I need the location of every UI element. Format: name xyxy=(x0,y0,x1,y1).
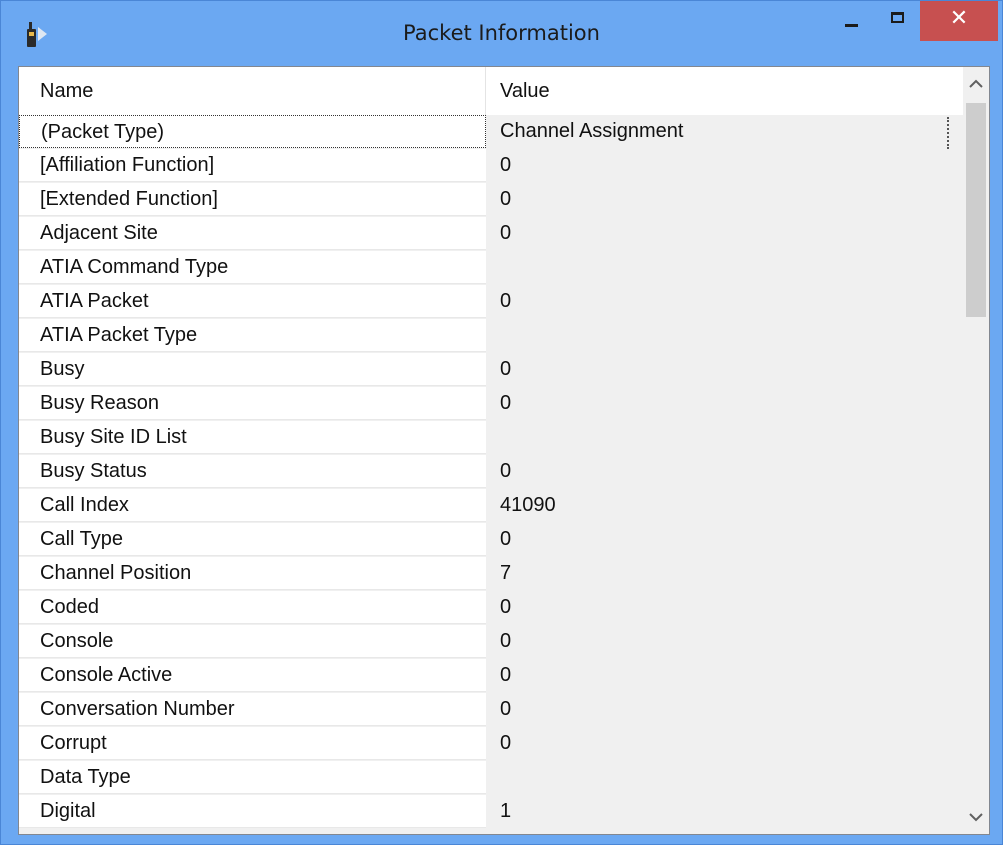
property-name: ATIA Command Type xyxy=(19,251,486,284)
close-icon: ✕ xyxy=(949,6,969,31)
property-value[interactable]: 41090 xyxy=(486,489,963,522)
table-row[interactable]: [Affiliation Function] 0 xyxy=(19,149,963,183)
scroll-up-icon xyxy=(969,79,983,88)
property-name: Channel Position xyxy=(19,557,486,590)
minimize-button[interactable] xyxy=(828,1,874,41)
property-name: [Extended Function] xyxy=(19,183,486,216)
scroll-up-button[interactable] xyxy=(963,67,989,101)
property-name: Coded xyxy=(19,591,486,624)
property-value[interactable]: 0 xyxy=(486,285,963,318)
table-row[interactable]: Coded 0 xyxy=(19,591,963,625)
table-row[interactable]: Conversation Number 0 xyxy=(19,693,963,727)
property-name: Busy Reason xyxy=(19,387,486,420)
property-name: ATIA Packet xyxy=(19,285,486,318)
packet-information-window: Packet Information ✕ Name Value (Packet … xyxy=(0,0,1003,845)
table-row[interactable]: Busy Reason 0 xyxy=(19,387,963,421)
table-row[interactable]: Console Active 0 xyxy=(19,659,963,693)
property-name: Console xyxy=(19,625,486,658)
scroll-thumb[interactable] xyxy=(966,103,986,317)
column-header-name[interactable]: Name xyxy=(19,67,486,115)
property-value[interactable]: 0 xyxy=(486,659,963,692)
property-value[interactable]: 1 xyxy=(486,795,963,828)
table-row[interactable]: Corrupt 0 xyxy=(19,727,963,761)
table-row[interactable]: ATIA Packet 0 xyxy=(19,285,963,319)
property-name: Busy Site ID List xyxy=(19,421,486,454)
property-name: Busy Status xyxy=(19,455,486,488)
property-name: Call Type xyxy=(19,523,486,556)
maximize-icon xyxy=(891,12,904,23)
property-name: Corrupt xyxy=(19,727,486,760)
property-name: Busy xyxy=(19,353,486,386)
property-value[interactable]: 0 xyxy=(486,591,963,624)
property-value[interactable]: 0 xyxy=(486,693,963,726)
table-row[interactable]: (Packet Type) Channel Assignment xyxy=(19,115,963,149)
table-row[interactable]: ATIA Command Type xyxy=(19,251,963,285)
property-name: Call Index xyxy=(19,489,486,522)
table-row[interactable]: Data Type xyxy=(19,761,963,795)
property-value[interactable]: 0 xyxy=(486,149,963,182)
table-row[interactable]: Call Index 41090 xyxy=(19,489,963,523)
property-name: Adjacent Site xyxy=(19,217,486,250)
property-value[interactable]: 0 xyxy=(486,387,963,420)
property-name: Digital xyxy=(19,795,486,828)
table-row[interactable]: Channel Position 7 xyxy=(19,557,963,591)
property-value[interactable]: 0 xyxy=(486,353,963,386)
table-row[interactable]: Busy Site ID List xyxy=(19,421,963,455)
property-value[interactable]: 7 xyxy=(486,557,963,590)
minimize-icon xyxy=(845,24,858,27)
property-value[interactable]: 0 xyxy=(486,217,963,250)
scroll-down-icon xyxy=(969,813,983,822)
property-grid[interactable]: Name Value (Packet Type) Channel Assignme… xyxy=(19,67,963,834)
table-row[interactable]: Digital 1 xyxy=(19,795,963,829)
property-grid-container: Name Value (Packet Type) Channel Assignme… xyxy=(18,66,990,835)
table-row[interactable]: Busy 0 xyxy=(19,353,963,387)
vertical-scrollbar[interactable] xyxy=(963,67,989,834)
table-row[interactable]: [Extended Function] 0 xyxy=(19,183,963,217)
table-row[interactable]: Adjacent Site 0 xyxy=(19,217,963,251)
property-name: Data Type xyxy=(19,761,486,794)
table-row[interactable]: Console 0 xyxy=(19,625,963,659)
property-value[interactable] xyxy=(486,421,963,454)
close-button[interactable]: ✕ xyxy=(920,1,998,41)
property-value[interactable]: 0 xyxy=(486,625,963,658)
property-value[interactable] xyxy=(486,251,963,284)
table-row[interactable]: ATIA Packet Type xyxy=(19,319,963,353)
grid-header: Name Value xyxy=(19,67,963,115)
focus-indicator xyxy=(945,117,949,149)
title-bar[interactable]: Packet Information ✕ xyxy=(1,1,1002,65)
property-value[interactable] xyxy=(486,761,963,794)
property-name: ATIA Packet Type xyxy=(19,319,486,352)
property-name: Conversation Number xyxy=(19,693,486,726)
property-name: (Packet Type) xyxy=(19,115,486,148)
column-header-value[interactable]: Value xyxy=(486,67,963,115)
property-value[interactable]: 0 xyxy=(486,455,963,488)
table-row[interactable]: Busy Status 0 xyxy=(19,455,963,489)
property-name: [Affiliation Function] xyxy=(19,149,486,182)
table-row[interactable]: Call Type 0 xyxy=(19,523,963,557)
property-value[interactable]: 0 xyxy=(486,523,963,556)
property-value[interactable] xyxy=(486,319,963,352)
property-value[interactable]: 0 xyxy=(486,727,963,760)
property-value[interactable]: 0 xyxy=(486,183,963,216)
property-value[interactable]: Channel Assignment xyxy=(486,115,963,148)
maximize-button[interactable] xyxy=(874,1,920,41)
scroll-down-button[interactable] xyxy=(963,800,989,834)
property-name: Console Active xyxy=(19,659,486,692)
